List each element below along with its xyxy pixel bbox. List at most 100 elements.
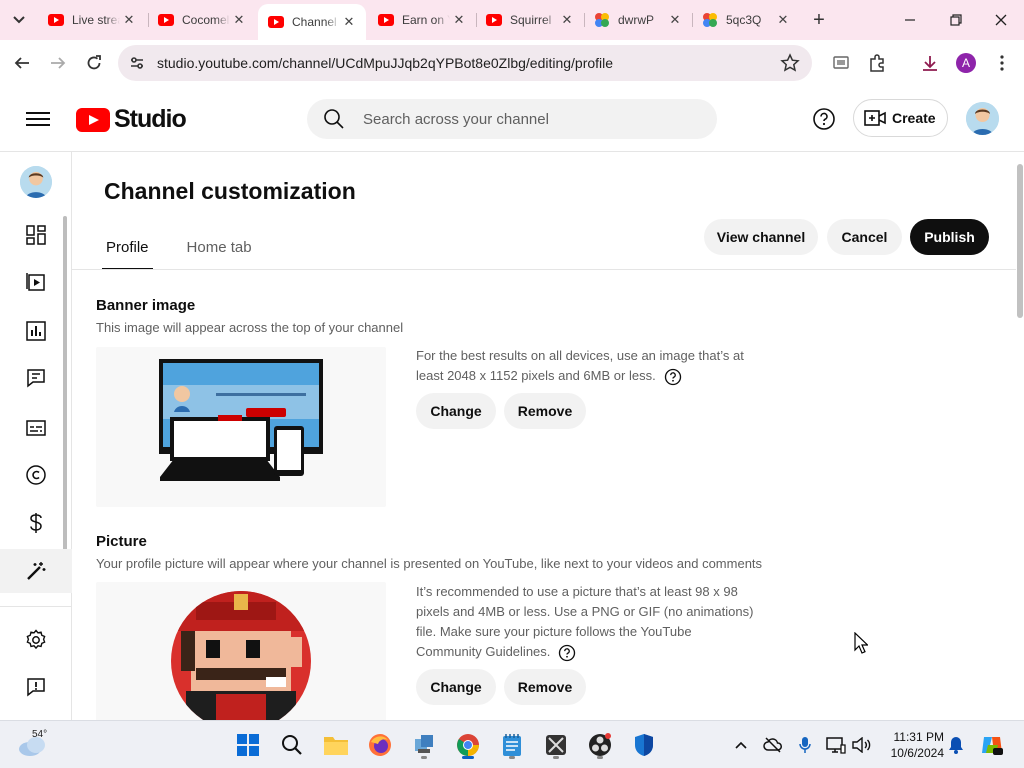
tab-title: Channel customization xyxy=(292,15,340,29)
search-icon[interactable] xyxy=(323,108,345,130)
system-clock[interactable]: 11:31 PM 10/6/2024 xyxy=(880,729,944,761)
inkscape-icon[interactable] xyxy=(540,729,572,761)
picture-remove-button[interactable]: Remove xyxy=(504,669,586,705)
photos-icon xyxy=(594,12,610,28)
new-tab-button[interactable]: + xyxy=(808,9,830,31)
nav-item-subtitles[interactable] xyxy=(0,406,72,450)
cancel-button[interactable]: Cancel xyxy=(827,219,902,255)
running-indicator xyxy=(553,756,559,759)
banner-remove-button[interactable]: Remove xyxy=(504,393,586,429)
bookmark-star-icon[interactable] xyxy=(780,53,800,73)
picture-change-button[interactable]: Change xyxy=(416,669,496,705)
windows-taskbar: 54° 11:31 PM 10/6/2024 xyxy=(0,720,1024,768)
forward-arrow-icon[interactable] xyxy=(46,51,70,75)
view-channel-button[interactable]: View channel xyxy=(704,219,818,255)
page-scrollbar[interactable] xyxy=(1016,152,1024,720)
cast-icon[interactable] xyxy=(830,52,852,74)
youtube-logo-icon xyxy=(76,107,110,132)
close-tab-icon[interactable]: ✕ xyxy=(558,11,576,29)
show-hidden-icons-chevron-icon[interactable] xyxy=(731,735,751,755)
feedback-icon xyxy=(27,678,45,697)
network-app-icon[interactable] xyxy=(408,729,440,761)
copilot-icon[interactable] xyxy=(980,733,1004,757)
tab-profile[interactable]: Profile xyxy=(102,224,153,270)
notepad-icon[interactable] xyxy=(496,729,528,761)
banner-change-button[interactable]: Change xyxy=(416,393,496,429)
tab-title: dwrwP xyxy=(618,13,655,27)
search-input[interactable] xyxy=(363,99,703,139)
nav-item-customization[interactable] xyxy=(0,549,72,593)
tab-home[interactable]: Home tab xyxy=(183,224,256,270)
nav-item-send-feedback[interactable] xyxy=(0,665,72,709)
publish-button[interactable]: Publish xyxy=(910,219,989,255)
network-monitor-icon[interactable] xyxy=(826,735,846,755)
obs-studio-icon[interactable] xyxy=(584,729,616,761)
download-icon[interactable] xyxy=(919,52,941,74)
extensions-puzzle-icon[interactable] xyxy=(866,52,888,74)
youtube-studio-logo[interactable]: Studio xyxy=(76,105,187,134)
close-tab-icon[interactable]: ✕ xyxy=(340,13,358,31)
channel-search-box[interactable] xyxy=(307,99,717,139)
browser-tab[interactable]: Live stream ✕ xyxy=(38,6,146,34)
close-tab-icon[interactable]: ✕ xyxy=(120,11,138,29)
customization-tabs: Profile Home tab xyxy=(102,224,286,270)
nav-item-dashboard[interactable] xyxy=(0,213,72,257)
create-button[interactable]: Create xyxy=(853,99,948,137)
nav-item-settings[interactable] xyxy=(0,618,72,662)
nav-item-analytics[interactable] xyxy=(0,309,72,353)
notification-bell-icon[interactable] xyxy=(946,735,966,755)
site-settings-icon[interactable] xyxy=(128,54,146,72)
address-bar[interactable]: studio.youtube.com/channel/UCdMpuJJqb2qY… xyxy=(118,45,812,81)
youtube-icon xyxy=(378,12,394,28)
profile-avatar-button[interactable]: A xyxy=(955,52,977,74)
nav-item-earn[interactable] xyxy=(0,501,72,545)
back-arrow-icon[interactable] xyxy=(10,51,34,75)
taskbar-search-icon[interactable] xyxy=(276,729,308,761)
help-icon[interactable] xyxy=(558,644,576,662)
more-menu-icon[interactable] xyxy=(991,52,1013,74)
browser-tab[interactable]: dwrwP ✕ xyxy=(584,6,692,34)
cloud-sync-icon[interactable] xyxy=(763,735,783,755)
account-avatar[interactable] xyxy=(966,102,999,135)
banner-info-text: For the best results on all devices, use… xyxy=(416,348,744,383)
youtube-icon xyxy=(486,12,502,28)
help-icon[interactable] xyxy=(664,368,682,386)
volume-icon[interactable] xyxy=(851,735,871,755)
running-indicator xyxy=(509,756,515,759)
nav-item-content[interactable] xyxy=(0,260,72,304)
picture-section-title: Picture xyxy=(96,533,147,550)
browser-tab-strip: Live stream ✕ Cocomelon ✕ Channel custom… xyxy=(0,0,1024,40)
reload-icon[interactable] xyxy=(82,51,106,75)
close-window-icon[interactable] xyxy=(989,8,1013,32)
file-explorer-icon[interactable] xyxy=(320,729,352,761)
nav-item-copyright[interactable] xyxy=(0,453,72,497)
browser-tab[interactable]: Cocomelon ✕ xyxy=(148,6,256,34)
tab-search-chevron-icon[interactable] xyxy=(8,9,30,31)
start-menu-icon[interactable] xyxy=(232,729,264,761)
channel-avatar[interactable] xyxy=(20,166,52,198)
restore-window-icon[interactable] xyxy=(944,8,968,32)
browser-tab[interactable]: Squirrel ✕ xyxy=(476,6,584,34)
chrome-icon[interactable] xyxy=(452,729,484,761)
youtube-icon xyxy=(48,12,64,28)
profile-initial: A xyxy=(956,53,976,73)
browser-tab-active[interactable]: Channel customization ✕ xyxy=(258,4,366,40)
minimize-window-icon[interactable] xyxy=(898,8,922,32)
nav-item-comments[interactable] xyxy=(0,356,72,400)
close-tab-icon[interactable]: ✕ xyxy=(774,11,792,29)
help-icon[interactable] xyxy=(812,107,836,131)
mouse-cursor-icon xyxy=(854,632,868,654)
comments-icon xyxy=(27,369,45,388)
browser-tab[interactable]: Earn on YouTube ✕ xyxy=(368,6,476,34)
microphone-icon[interactable] xyxy=(795,735,815,755)
banner-info: For the best results on all devices, use… xyxy=(416,346,756,386)
hamburger-menu-icon[interactable] xyxy=(26,108,50,130)
close-tab-icon[interactable]: ✕ xyxy=(450,11,468,29)
firefox-icon[interactable] xyxy=(364,729,396,761)
create-video-plus-icon xyxy=(864,110,886,126)
close-tab-icon[interactable]: ✕ xyxy=(230,11,248,29)
windows-security-icon[interactable] xyxy=(628,729,660,761)
page-scrollbar-thumb[interactable] xyxy=(1017,164,1023,318)
close-tab-icon[interactable]: ✕ xyxy=(666,11,684,29)
browser-tab[interactable]: 5qc3Q ✕ xyxy=(692,6,800,34)
